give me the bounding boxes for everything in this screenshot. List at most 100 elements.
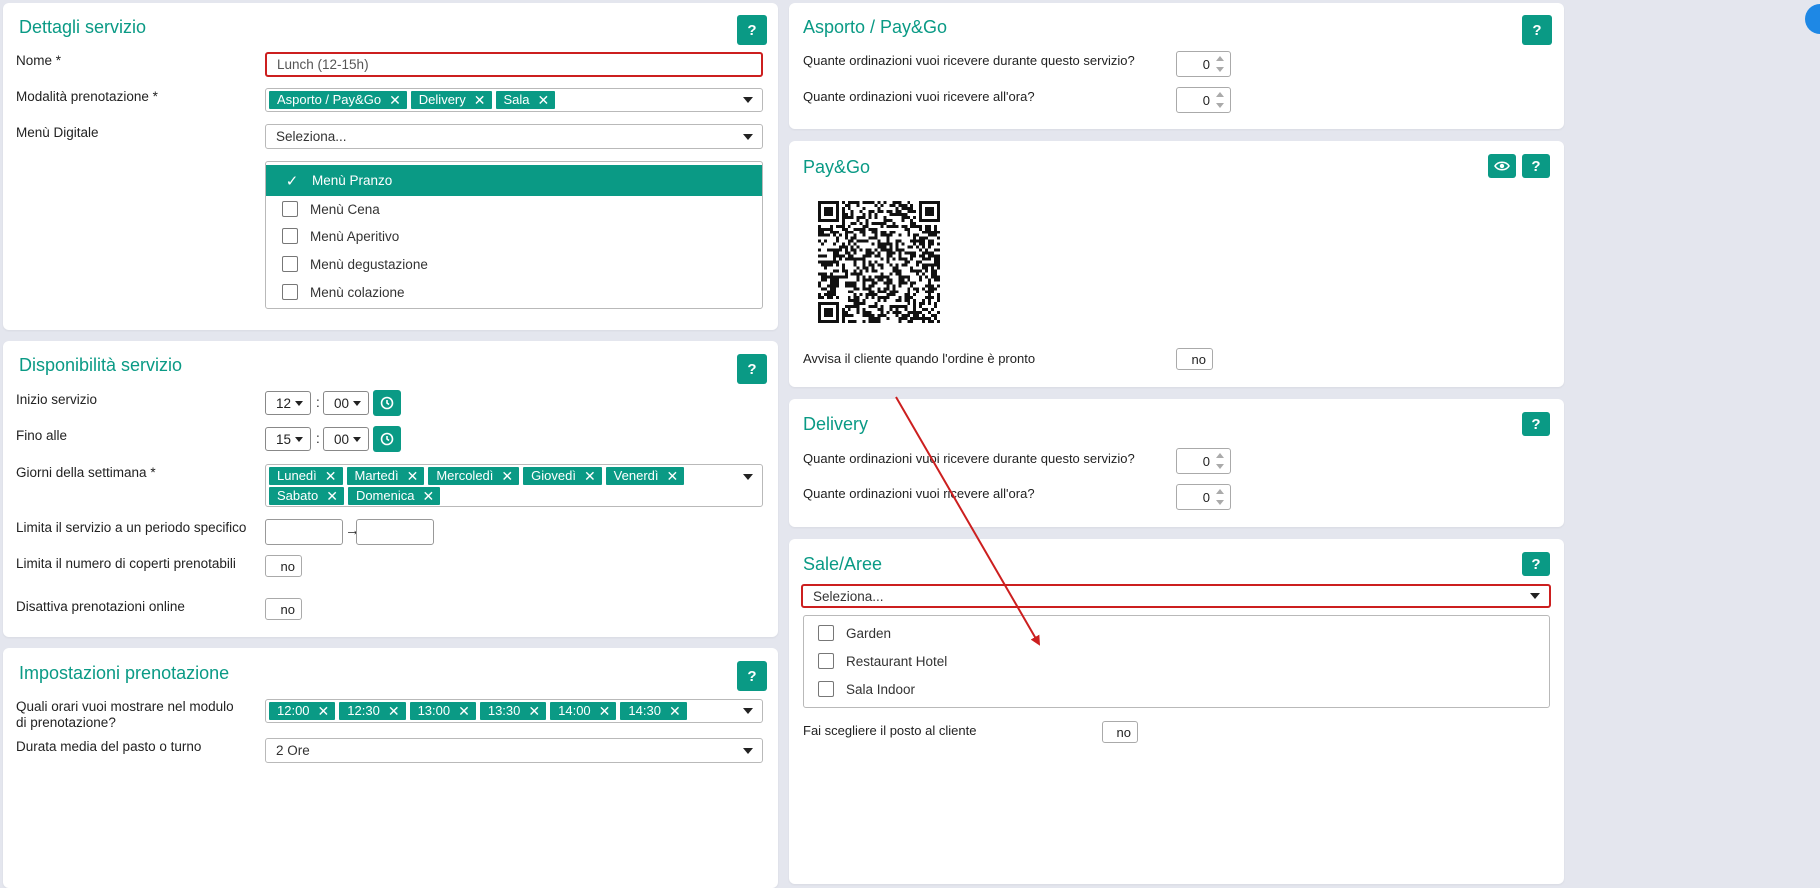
chevron-down-icon [743,133,753,140]
remove-icon[interactable]: ✕ [325,467,337,485]
fine-minute-select[interactable]: 00 [323,427,369,451]
chevron-down-icon [743,97,753,103]
periodo-start-input[interactable] [265,519,343,545]
check-icon: ✓ [285,172,299,190]
remove-icon[interactable]: ✕ [474,91,486,109]
tag-martedi: Martedì ✕ [346,467,425,485]
remove-icon[interactable]: ✕ [318,702,330,720]
up-icon[interactable] [1216,56,1224,61]
sale-option-garden[interactable]: Garden [804,618,1549,648]
help-button[interactable]: ? [737,354,767,384]
menu-digitale-options: ✓ Menù Pranzo Menù Cena Menù Aperitivo M… [265,161,763,309]
delivery-q1-stepper[interactable]: 0 [1176,448,1231,474]
dettagli-servizio-card: Dettagli servizio ? Nome * Lunch (12-15h… [3,3,778,330]
tag-giovedi: Giovedì ✕ [523,467,602,485]
delivery-card: Delivery ? Quante ordinazioni vuoi ricev… [789,399,1564,527]
paygo-card: Pay&Go ? Avvisa il cliente quando l'ordi… [789,141,1564,387]
orari-select[interactable]: 12:00 ✕ 12:30 ✕ 13:00 ✕ 13:30 ✕ 14:00 ✕ 14:30… [265,699,763,723]
asporto-q1-stepper[interactable]: 0 [1176,51,1231,77]
menu-option-cena[interactable]: Menù Cena [266,194,762,224]
tag-time: 13:00 ✕ [409,702,476,720]
tag-time: 14:00 ✕ [550,702,617,720]
floating-action-button[interactable] [1805,4,1820,34]
menu-digitale-select[interactable]: Seleziona... [265,124,763,149]
tag-sala: Sala ✕ [495,91,556,109]
down-icon[interactable] [1216,103,1224,108]
paygo-title: Pay&Go [803,157,871,177]
asporto-q2-stepper[interactable]: 0 [1176,87,1231,113]
help-button[interactable]: ? [1522,154,1550,178]
help-button[interactable]: ? [1522,412,1550,436]
down-icon[interactable] [1216,500,1224,505]
checkbox[interactable] [282,201,298,217]
remove-icon[interactable]: ✕ [669,702,681,720]
nome-input[interactable]: Lunch (12-15h) [265,52,763,77]
asporto-card: Asporto / Pay&Go ? Quante ordinazioni vu… [789,3,1564,129]
menu-option-colazione[interactable]: Menù colazione [266,277,762,307]
inizio-minute-select[interactable]: 00 [323,391,369,415]
delivery-q1-label: Quante ordinazioni vuoi ricevere durante… [803,451,1135,466]
up-icon[interactable] [1216,453,1224,458]
remove-icon[interactable]: ✕ [458,702,470,720]
remove-icon[interactable]: ✕ [326,487,338,505]
online-toggle[interactable]: no [265,598,302,620]
remove-icon[interactable]: ✕ [528,702,540,720]
inizio-hour-select[interactable]: 12 [265,391,311,415]
checkbox[interactable] [282,228,298,244]
tag-time: 12:30 ✕ [339,702,406,720]
delivery-q2-stepper[interactable]: 0 [1176,484,1231,510]
clock-button[interactable] [373,390,401,416]
coperti-toggle[interactable]: no [265,555,302,577]
chevron-down-icon [353,437,361,442]
remove-icon[interactable]: ✕ [584,467,596,485]
chevron-down-icon [295,437,303,442]
modalita-label: Modalità prenotazione * [16,89,158,104]
menu-option-degustazione[interactable]: Menù degustazione [266,249,762,279]
sale-aree-title: Sale/Aree [803,554,883,574]
sale-option-restaurant-hotel[interactable]: Restaurant Hotel [804,646,1549,676]
remove-icon[interactable]: ✕ [389,91,401,109]
giorni-select[interactable]: Lunedì ✕ Martedì ✕ Mercoledì ✕ Giovedì ✕ Ven… [265,464,763,507]
remove-icon[interactable]: ✕ [667,467,679,485]
up-icon[interactable] [1216,489,1224,494]
remove-icon[interactable]: ✕ [388,702,400,720]
remove-icon[interactable]: ✕ [407,467,419,485]
remove-icon[interactable]: ✕ [501,467,513,485]
preview-button[interactable] [1488,154,1516,178]
checkbox[interactable] [818,653,834,669]
delivery-title: Delivery [803,414,869,434]
periodo-end-input[interactable] [356,519,434,545]
help-button[interactable]: ? [737,15,767,45]
coperti-label: Limita il numero di coperti prenotabili [16,556,236,571]
asporto-q2-label: Quante ordinazioni vuoi ricevere all'ora… [803,89,1035,104]
sale-option-sala-indoor[interactable]: Sala Indoor [804,674,1549,704]
tag-time: 13:30 ✕ [479,702,547,720]
help-button[interactable]: ? [737,661,767,691]
impostazioni-prenotazione-card: Impostazioni prenotazione ? Quali orari … [3,648,778,888]
checkbox[interactable] [818,625,834,641]
help-button[interactable]: ? [1522,552,1550,576]
orari-label: Quali orari vuoi mostrare nel modulo di … [16,699,234,730]
menu-digitale-label: Menù Digitale [16,125,99,140]
menu-option-aperitivo[interactable]: Menù Aperitivo [266,221,762,251]
avvisa-toggle[interactable]: no [1176,348,1213,370]
fine-hour-select[interactable]: 15 [265,427,311,451]
remove-icon[interactable]: ✕ [538,91,550,109]
help-button[interactable]: ? [1522,15,1552,45]
menu-option-pranzo[interactable]: ✓ Menù Pranzo [266,165,762,196]
remove-icon[interactable]: ✕ [422,487,434,505]
impostazioni-prenotazione-title: Impostazioni prenotazione [19,663,230,683]
chevron-down-icon [295,401,303,406]
remove-icon[interactable]: ✕ [599,702,611,720]
clock-button[interactable] [373,426,401,452]
down-icon[interactable] [1216,67,1224,72]
durata-select[interactable]: 2 Ore [265,738,763,763]
up-icon[interactable] [1216,92,1224,97]
posto-toggle[interactable]: no [1102,721,1138,743]
modalita-select[interactable]: Asporto / Pay&Go ✕ Delivery ✕ Sala ✕ [265,88,763,112]
checkbox[interactable] [818,681,834,697]
checkbox[interactable] [282,284,298,300]
checkbox[interactable] [282,256,298,272]
sale-select[interactable]: Seleziona... [801,584,1551,608]
down-icon[interactable] [1216,464,1224,469]
